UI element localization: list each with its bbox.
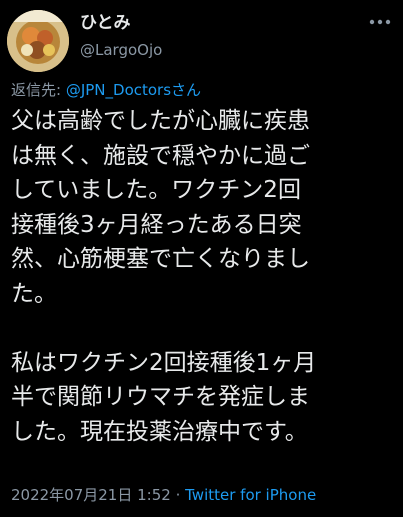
meta-separator: ·	[170, 486, 186, 504]
tweet-line: していました。ワクチン2回	[11, 177, 301, 203]
tweet-line: 私はワクチン2回接種後1ヶ月	[11, 349, 317, 376]
avatar-photo	[7, 10, 69, 72]
tweet-line: 接種後3ヶ月経ったある日突	[11, 211, 302, 238]
tweet-line: 父は高齢でしたが心臓に疾患	[11, 108, 310, 134]
tweet: ひとみ @LargoOjo 返信先: @JPN_Doctorsさん 父は高齢でし…	[0, 0, 403, 517]
tweet-text: 父は高齢でしたが心臓に疾患 は無く、施設で穏やかに過ご していました。ワクチン2…	[11, 104, 396, 449]
tweet-line: は無く、施設で穏やかに過ご	[11, 142, 310, 169]
tweet-line: した。現在投薬治療中です。	[11, 418, 308, 445]
timestamp[interactable]: 2022年07月21日 1:52	[11, 486, 171, 504]
reply-to-mention[interactable]: @JPN_Doctorsさん	[66, 81, 201, 99]
user-handle[interactable]: @LargoOjo	[80, 40, 162, 60]
tweet-line: た。	[11, 280, 57, 307]
avatar[interactable]	[7, 10, 69, 72]
tweet-line: 半で関節リウマチを発症しま	[11, 384, 310, 410]
tweet-line: 然、心筋梗塞で亡くなりまし	[11, 246, 310, 272]
tweet-meta: 2022年07月21日 1:52 · Twitter for iPhone	[11, 485, 316, 505]
more-options-icon[interactable]	[368, 16, 392, 28]
reply-to-prefix: 返信先:	[11, 81, 66, 99]
source-link[interactable]: Twitter for iPhone	[185, 486, 316, 504]
reply-to: 返信先: @JPN_Doctorsさん	[11, 80, 201, 100]
display-name[interactable]: ひとみ	[80, 12, 131, 34]
